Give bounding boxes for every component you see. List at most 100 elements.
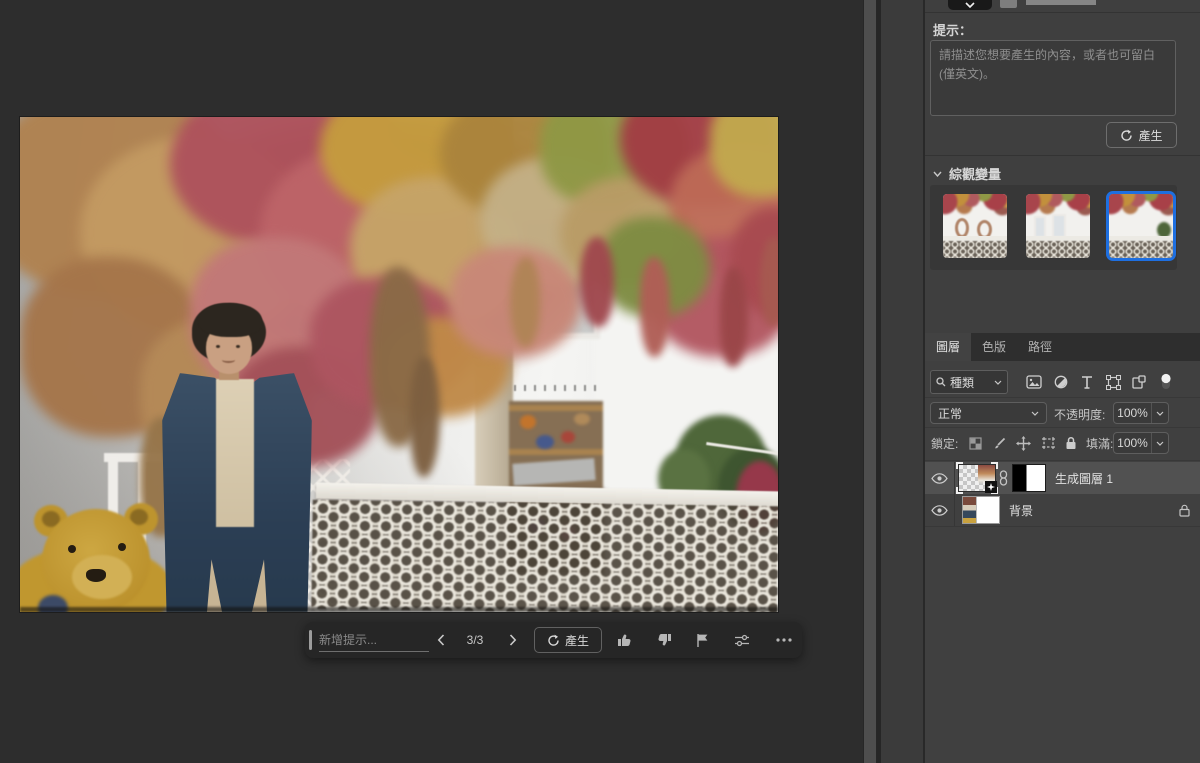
variation-thumbnail-3-selected[interactable]: [1109, 194, 1173, 258]
fill-label: 填滿:: [1086, 435, 1113, 452]
layer-name[interactable]: 生成圖層 1: [1055, 470, 1113, 487]
lock-position-button[interactable]: [1013, 428, 1033, 458]
thumbnail-decoration: [991, 462, 998, 469]
opacity-value: 100%: [1114, 403, 1152, 423]
generate-refresh-icon: [547, 634, 560, 647]
truncated-header-icon: [1000, 0, 1017, 8]
tab-paths[interactable]: 路徑: [1017, 333, 1063, 361]
lock-artboard-button[interactable]: [1038, 428, 1058, 458]
thumbnail-decoration: [1109, 241, 1173, 258]
lock-all-button[interactable]: [1061, 428, 1081, 458]
photo-decoration: [20, 607, 778, 612]
opacity-input[interactable]: 100%: [1113, 402, 1169, 424]
picture-icon: [1026, 375, 1042, 389]
generate-label: 產生: [1138, 127, 1162, 144]
layer-row-background[interactable]: 背景: [925, 494, 1200, 526]
previous-variation-button[interactable]: [429, 622, 453, 658]
transparency-checker-icon: [969, 437, 982, 450]
layer-thumbnail[interactable]: [962, 496, 1000, 524]
taskbar-generate-button[interactable]: 產生: [534, 627, 602, 653]
teddy-bear: [86, 569, 106, 582]
tab-layers[interactable]: 圖層: [925, 333, 971, 361]
thumbs-up-icon: [617, 633, 632, 647]
mask-link-icon[interactable]: [999, 470, 1008, 486]
flower-blob: [580, 237, 614, 327]
layer-filter-kind-select[interactable]: 種類: [930, 370, 1008, 394]
variation-thumbnail-2[interactable]: [1026, 194, 1090, 258]
teddy-bear: [118, 543, 126, 551]
artboard-icon: [1041, 436, 1056, 450]
document-canvas[interactable]: [20, 117, 778, 612]
chevron-right-icon: [509, 634, 517, 646]
thumbnail-decoration: [1052, 214, 1066, 238]
variations-container: [930, 185, 1177, 270]
tab-channels[interactable]: 色版: [971, 333, 1017, 361]
photo-decoration: [509, 449, 603, 455]
thumbs-down-button[interactable]: [651, 622, 677, 658]
thumbnail-decoration: [1109, 194, 1173, 219]
layer-visibility-toggle[interactable]: [925, 494, 955, 526]
divider: [925, 397, 1200, 398]
move-icon: [1016, 436, 1031, 451]
prompt-textarea[interactable]: 請描述您想要產生的內容，或者也可留白 (僅英文)。: [930, 40, 1176, 116]
more-dots-icon: [776, 638, 792, 642]
generative-badge-icon: [985, 481, 997, 493]
chevron-down-icon: [994, 380, 1002, 385]
filter-toggle-icon: [1160, 373, 1172, 391]
divider: [925, 12, 1200, 13]
shape-icon: [1106, 375, 1121, 390]
type-icon: [1081, 376, 1093, 389]
thumbnail-decoration: [1034, 216, 1046, 238]
layer-visibility-toggle[interactable]: [925, 462, 955, 494]
fill-value: 100%: [1114, 433, 1152, 453]
padlock-icon: [1179, 504, 1190, 517]
padlock-icon: [1065, 436, 1077, 450]
generate-button[interactable]: 產生: [1106, 122, 1177, 148]
thumbs-up-button[interactable]: [611, 622, 637, 658]
fill-input[interactable]: 100%: [1113, 432, 1169, 454]
layer-name[interactable]: 背景: [1009, 502, 1033, 519]
canvas-area: 新增提示... 3/3 產生: [0, 0, 863, 763]
chevron-down-icon: [965, 2, 975, 8]
lock-label: 鎖定:: [931, 435, 958, 452]
thumbnail-decoration: [943, 241, 1007, 258]
apply-dropdown-button[interactable]: [948, 0, 992, 10]
lock-transparency-button[interactable]: [965, 428, 985, 458]
lock-pixels-button[interactable]: [989, 428, 1009, 458]
layer-row-generated[interactable]: 生成圖層 1: [925, 462, 1200, 494]
taskbar-prompt-input[interactable]: 新增提示...: [319, 628, 429, 652]
variation-thumbnail-1[interactable]: [943, 194, 1007, 258]
thumbnail-decoration: [956, 487, 963, 494]
photo-decoration: [311, 500, 778, 612]
layer-mask-thumbnail[interactable]: [1012, 464, 1046, 492]
person: [216, 379, 254, 527]
prompt-label: 提示：: [933, 20, 972, 39]
variations-header[interactable]: 綜觀變量: [933, 164, 1001, 183]
chevron-down-icon: [933, 171, 942, 177]
person: [198, 303, 262, 337]
variation-position-indicator: 3/3: [455, 622, 495, 658]
photo-decoration: [520, 415, 536, 429]
settings-sliders-icon: [734, 634, 750, 647]
eye-icon: [931, 505, 948, 516]
right-panel: 提示： 請描述您想要產生的內容，或者也可留白 (僅英文)。 產生 綜觀變量: [925, 0, 1200, 763]
next-variation-button[interactable]: [501, 622, 525, 658]
document-scrollbar[interactable]: [863, 0, 877, 763]
background-lock-indicator: [1179, 504, 1190, 517]
layers-panel-body: 種類 正常: [925, 361, 1200, 763]
flower-blob: [510, 257, 540, 347]
flower-blob: [640, 257, 670, 357]
generation-settings-button[interactable]: [729, 622, 755, 658]
report-flag-button[interactable]: [689, 622, 715, 658]
link-icon: [999, 470, 1008, 486]
variations-label: 綜觀變量: [949, 164, 1001, 183]
layer-thumbnail[interactable]: [958, 464, 996, 492]
person: [216, 345, 220, 348]
more-options-button[interactable]: [771, 622, 797, 658]
blend-mode-select[interactable]: 正常: [930, 402, 1047, 424]
photo-decoration: [574, 413, 590, 425]
search-icon: [936, 377, 946, 387]
photo-decoration: [561, 431, 575, 443]
drag-handle[interactable]: [309, 630, 312, 650]
thumbnail-decoration: [963, 497, 977, 523]
